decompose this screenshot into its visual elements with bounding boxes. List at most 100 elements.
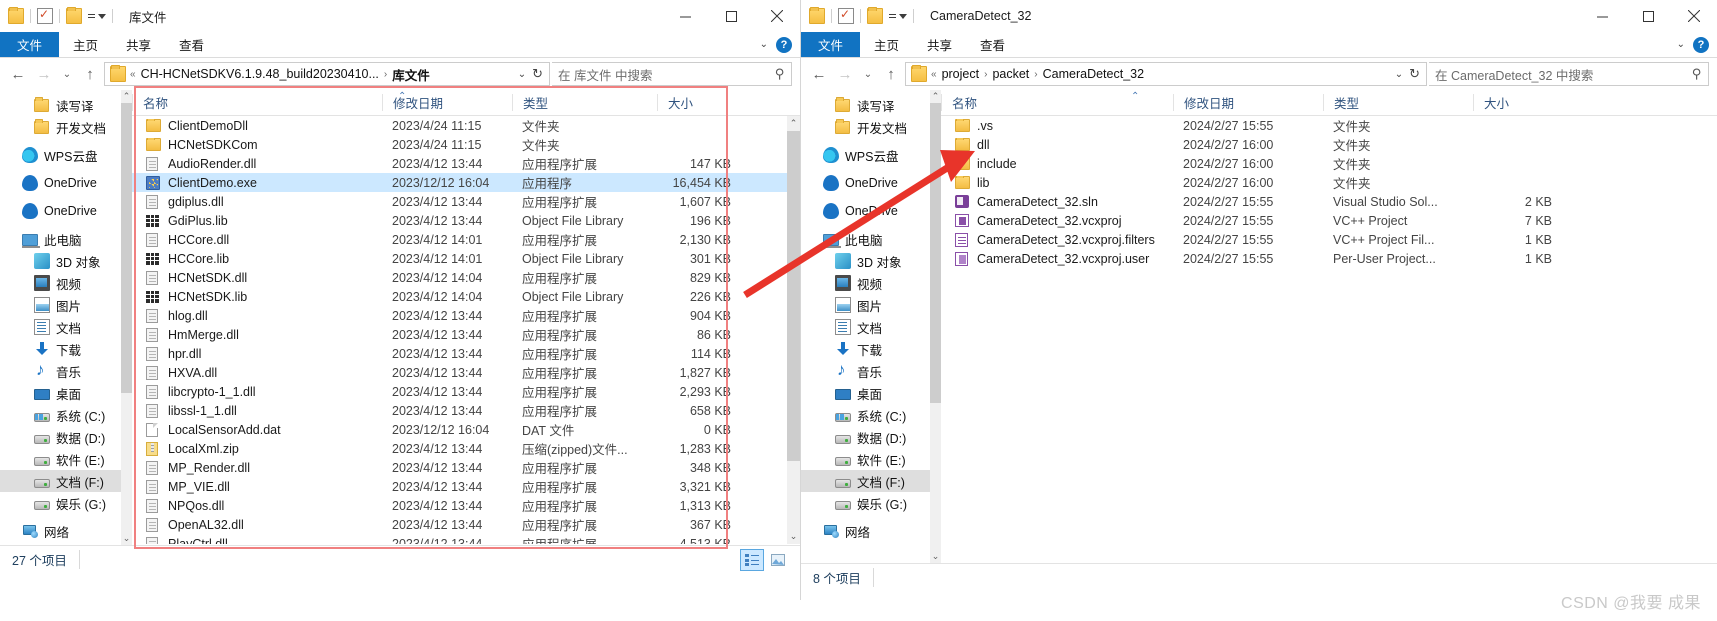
file-name-cell[interactable]: CameraDetect_32.sln (941, 195, 1173, 209)
file-name-cell[interactable]: hpr.dll (132, 346, 382, 361)
file-name-cell[interactable]: HCCore.dll (132, 232, 382, 247)
nav-scroll-up-icon[interactable]: ⌃ (930, 90, 941, 103)
file-name-cell[interactable]: .vs (941, 118, 1173, 133)
search-box-right[interactable]: 在 CameraDetect_32 中搜索 ⚲ (1429, 62, 1709, 86)
table-row[interactable]: CameraDetect_32.sln 2024/2/27 15:55 Visual… (941, 192, 1717, 211)
quick-access-toolbar-right[interactable]: CameraDetect_32 (801, 6, 1031, 24)
table-row[interactable]: libcrypto-1_1.dll 2023/4/12 13:44 应用程序扩展 2,… (132, 382, 800, 401)
sidebar-item-娱乐-g-[interactable]: 娱乐 (G:) (0, 492, 132, 514)
file-name-cell[interactable]: LocalSensorAdd.dat (132, 422, 382, 437)
thumbnail-view-icon[interactable] (766, 549, 790, 571)
file-name-cell[interactable]: ClientDemoDll (132, 118, 382, 133)
tab-file-right[interactable]: 文件 (801, 32, 861, 57)
quick-access-toolbar-left[interactable]: 库文件 (0, 6, 167, 26)
sidebar-item-系统-c-[interactable]: 系统 (C:) (801, 404, 941, 426)
search-box-left[interactable]: 在 库文件 中搜索 ⚲ (552, 62, 792, 86)
table-row[interactable]: HmMerge.dll 2023/4/12 13:44 应用程序扩展 86 KB (132, 325, 800, 344)
nav-scroll-down-icon[interactable]: ⌄ (930, 550, 941, 563)
tab-view-right[interactable]: 查看 (966, 32, 1019, 57)
sidebar-item-软件-e-[interactable]: 软件 (E:) (801, 448, 941, 470)
address-dropdown-icon[interactable]: ⌄ (1395, 69, 1403, 80)
file-name-cell[interactable]: HCNetSDKCom (132, 137, 382, 152)
table-row[interactable]: CameraDetect_32.vcxproj 2024/2/27 15:55 VC… (941, 211, 1717, 230)
sidebar-item-读写译[interactable]: 读写译 (0, 94, 132, 116)
sidebar-item-此电脑[interactable]: 此电脑 (0, 228, 132, 250)
table-row[interactable]: ClientDemoDll 2023/4/24 11:15 文件夹 (132, 116, 800, 135)
file-name-cell[interactable]: HXVA.dll (132, 365, 382, 380)
sidebar-item-文档-f-[interactable]: 文档 (F:) (0, 470, 132, 492)
table-row[interactable]: MP_Render.dll 2023/4/12 13:44 应用程序扩展 348 KB (132, 458, 800, 477)
sidebar-item-下载[interactable]: 下载 (0, 338, 132, 360)
close-icon[interactable] (1671, 0, 1717, 32)
table-row[interactable]: include 2024/2/27 16:00 文件夹 (941, 154, 1717, 173)
search-input-right[interactable]: 在 CameraDetect_32 中搜索 (1435, 65, 1593, 84)
sidebar-item-音乐[interactable]: 音乐 (801, 360, 941, 382)
details-view-icon[interactable] (740, 548, 764, 571)
tab-share-left[interactable]: 共享 (112, 32, 165, 57)
table-row[interactable]: OpenAL32.dll 2023/4/12 13:44 应用程序扩展 367 KB (132, 515, 800, 534)
help-icon[interactable]: ? (1693, 36, 1709, 53)
sidebar-item-网络[interactable]: 网络 (801, 520, 941, 542)
sidebar-item-读写译[interactable]: 读写译 (801, 94, 941, 116)
help-icon[interactable]: ? (776, 36, 792, 53)
recent-locations-icon[interactable]: ⌄ (58, 62, 76, 86)
table-row[interactable]: LocalXml.zip 2023/4/12 13:44 压缩(zipped)文件.… (132, 439, 800, 458)
table-row[interactable]: hlog.dll 2023/4/12 13:44 应用程序扩展 904 KB (132, 306, 800, 325)
tab-share-right[interactable]: 共享 (913, 32, 966, 57)
search-icon[interactable]: ⚲ (775, 66, 785, 82)
recent-locations-icon[interactable]: ⌄ (859, 62, 877, 86)
nav-scroll-thumb[interactable] (121, 103, 132, 393)
sidebar-item-文档[interactable]: 文档 (801, 316, 941, 338)
file-name-cell[interactable]: HmMerge.dll (132, 327, 382, 342)
file-list-right[interactable]: .vs 2024/2/27 15:55 文件夹 dll 2024/2/27 16:00 文… (941, 116, 1717, 562)
maximize-icon[interactable] (708, 0, 754, 32)
file-name-cell[interactable]: include (941, 156, 1173, 171)
sidebar-item-3d-对象[interactable]: 3D 对象 (801, 250, 941, 272)
breadcrumb-bar-left[interactable]: « CH-HCNetSDKV6.1.9.48_build20230410... … (104, 62, 550, 86)
maximize-icon[interactable] (1625, 0, 1671, 32)
sidebar-item-图片[interactable]: 图片 (801, 294, 941, 316)
file-name-cell[interactable]: HCNetSDK.dll (132, 270, 382, 285)
ribbon-collapse-icon[interactable]: ⌄ (1677, 39, 1685, 50)
file-name-cell[interactable]: MP_VIE.dll (132, 479, 382, 494)
file-name-cell[interactable]: ClientDemo.exe (132, 175, 382, 190)
minimize-icon[interactable] (1579, 0, 1625, 32)
table-row[interactable]: gdiplus.dll 2023/4/12 13:44 应用程序扩展 1,607 KB (132, 192, 800, 211)
properties-checkbox-icon[interactable] (838, 6, 854, 24)
sidebar-item-此电脑[interactable]: 此电脑 (801, 228, 941, 250)
file-name-cell[interactable]: HCNetSDK.lib (132, 290, 382, 304)
sidebar-item-桌面[interactable]: 桌面 (0, 382, 132, 404)
table-row[interactable]: HCNetSDK.lib 2023/4/12 14:04 Object File L… (132, 287, 800, 306)
column-header-type[interactable]: 类型 (1323, 94, 1473, 111)
tab-view-left[interactable]: 查看 (165, 32, 218, 57)
sidebar-item-系统-c-[interactable]: 系统 (C:) (0, 404, 132, 426)
file-name-cell[interactable]: lib (941, 175, 1173, 190)
customize-qat-icon[interactable] (88, 13, 106, 19)
file-name-cell[interactable]: CameraDetect_32.vcxproj.user (941, 251, 1173, 266)
file-name-cell[interactable]: hlog.dll (132, 308, 382, 323)
nav-scrollbar-right[interactable]: ⌃ ⌄ (930, 90, 941, 563)
table-row[interactable]: .vs 2024/2/27 15:55 文件夹 (941, 116, 1717, 135)
table-row[interactable]: MP_VIE.dll 2023/4/12 13:44 应用程序扩展 3,321 KB (132, 477, 800, 496)
file-name-cell[interactable]: MP_Render.dll (132, 460, 382, 475)
minimize-icon[interactable] (662, 0, 708, 32)
column-header-size[interactable]: 大小 (657, 94, 747, 111)
sidebar-item-数据-d-[interactable]: 数据 (D:) (801, 426, 941, 448)
table-row[interactable]: HCNetSDKCom 2023/4/24 11:15 文件夹 (132, 135, 800, 154)
table-row[interactable]: dll 2024/2/27 16:00 文件夹 (941, 135, 1717, 154)
sidebar-item-文档-f-[interactable]: 文档 (F:) (801, 470, 941, 492)
file-name-cell[interactable]: PlayCtrl.dll (132, 536, 382, 544)
refresh-icon[interactable]: ↻ (1409, 66, 1420, 82)
column-header-size[interactable]: 大小 (1473, 94, 1568, 111)
file-list-left[interactable]: ClientDemoDll 2023/4/24 11:15 文件夹 HCNetSDKC… (132, 116, 800, 544)
table-row[interactable]: CameraDetect_32.vcxproj.user 2024/2/27 15… (941, 249, 1717, 268)
file-name-cell[interactable]: OpenAL32.dll (132, 517, 382, 532)
customize-qat-icon[interactable] (889, 13, 907, 19)
tab-file-left[interactable]: 文件 (0, 32, 60, 57)
file-list-scrollbar-left[interactable]: ⌃ ⌄ (787, 116, 800, 544)
nav-scroll-up-icon[interactable]: ⌃ (121, 90, 132, 103)
file-name-cell[interactable]: HCCore.lib (132, 252, 382, 266)
new-folder-icon[interactable] (66, 7, 82, 24)
table-row[interactable]: PlayCtrl.dll 2023/4/12 13:44 应用程序扩展 4,513 K… (132, 534, 800, 544)
file-name-cell[interactable]: NPQos.dll (132, 498, 382, 513)
